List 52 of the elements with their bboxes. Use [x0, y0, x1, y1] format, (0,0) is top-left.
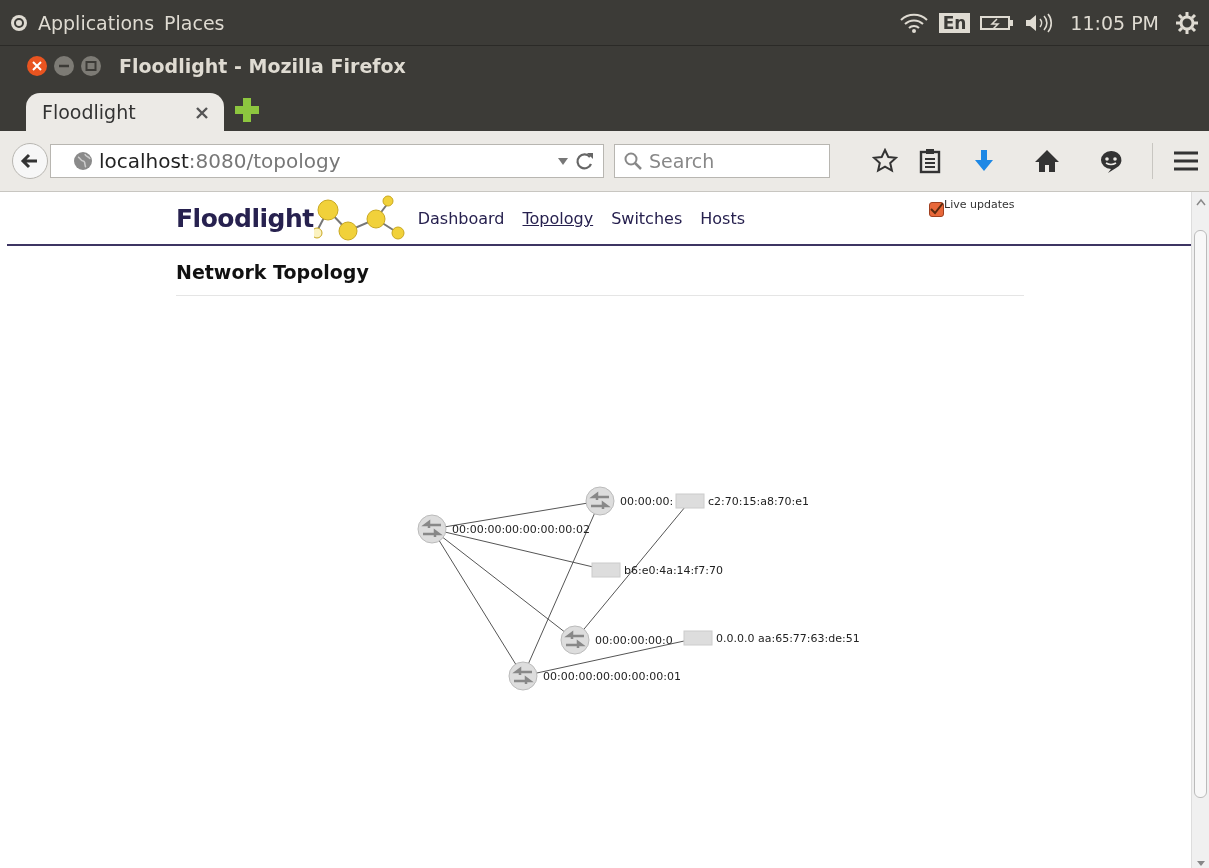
nav-link[interactable]: Topology: [522, 208, 594, 228]
logo-icon: [313, 195, 406, 241]
nav-link[interactable]: Hosts: [700, 208, 745, 228]
battery-icon[interactable]: [980, 14, 1015, 31]
volume-icon[interactable]: [1024, 12, 1055, 33]
host-label: c2:70:15:a8:70:e1: [708, 495, 810, 508]
switch-icon[interactable]: [508, 661, 538, 691]
switch-label: 00:00:00:00:00:00:00:02: [452, 523, 590, 536]
search-input[interactable]: Search: [649, 150, 819, 172]
scrollbar-thumb[interactable]: [1194, 230, 1207, 798]
browser-tab[interactable]: Floodlight: [26, 93, 224, 131]
search-icon: [623, 151, 643, 171]
switch-icon[interactable]: [585, 486, 615, 516]
url-field[interactable]: localhost:8080/topology: [50, 144, 604, 178]
page-heading: Network Topology: [176, 261, 1024, 296]
host-label: 0.0.0.0 aa:65:77:63:de:51: [716, 632, 860, 645]
switch-label: 00:00:00:00:0: [595, 634, 673, 647]
new-tab-icon[interactable]: [233, 97, 260, 123]
switch-label: 00:00:00:: [620, 495, 674, 508]
checkbox[interactable]: [929, 202, 944, 217]
nav-link[interactable]: Dashboard: [417, 208, 505, 228]
panel-menu[interactable]: Applications: [38, 11, 155, 34]
dropdown-icon[interactable]: [557, 156, 569, 166]
scroll-down-icon[interactable]: [1195, 858, 1206, 868]
maximize-icon[interactable]: [80, 55, 102, 77]
ubuntu-logo-icon[interactable]: [10, 13, 28, 32]
minimize-icon[interactable]: [53, 55, 75, 77]
search-field[interactable]: Search: [614, 144, 830, 178]
close-tab-icon[interactable]: [195, 106, 208, 119]
chat-icon[interactable]: [1098, 148, 1124, 174]
switch-label: 00:00:00:00:00:00:00:01: [543, 670, 681, 683]
star-icon[interactable]: [872, 148, 898, 174]
globe-icon: [73, 151, 93, 171]
logo-text: Floodlight: [176, 203, 314, 233]
window-title: Floodlight - Mozilla Firefox: [119, 55, 406, 77]
menu-icon[interactable]: [1173, 149, 1199, 173]
wifi-icon[interactable]: [898, 11, 929, 34]
checkbox-label: Live updates: [944, 198, 1015, 211]
power-icon[interactable]: [1175, 10, 1199, 35]
keyboard-indicator[interactable]: En: [938, 12, 971, 33]
clipboard-icon[interactable]: [918, 148, 942, 174]
home-icon[interactable]: [1034, 148, 1060, 174]
host-label: b6:e0:4a:14:f7:70: [624, 564, 723, 577]
back-button[interactable]: [12, 143, 48, 179]
switch-icon[interactable]: [560, 625, 590, 655]
nav-link[interactable]: Switches: [611, 208, 683, 228]
panel-menu[interactable]: Places: [164, 11, 225, 34]
close-icon[interactable]: [26, 55, 48, 77]
reload-icon[interactable]: [575, 151, 595, 171]
switch-icon[interactable]: [417, 514, 447, 544]
back-icon[interactable]: [20, 151, 40, 171]
clock[interactable]: 11:05 PM: [1070, 11, 1159, 34]
